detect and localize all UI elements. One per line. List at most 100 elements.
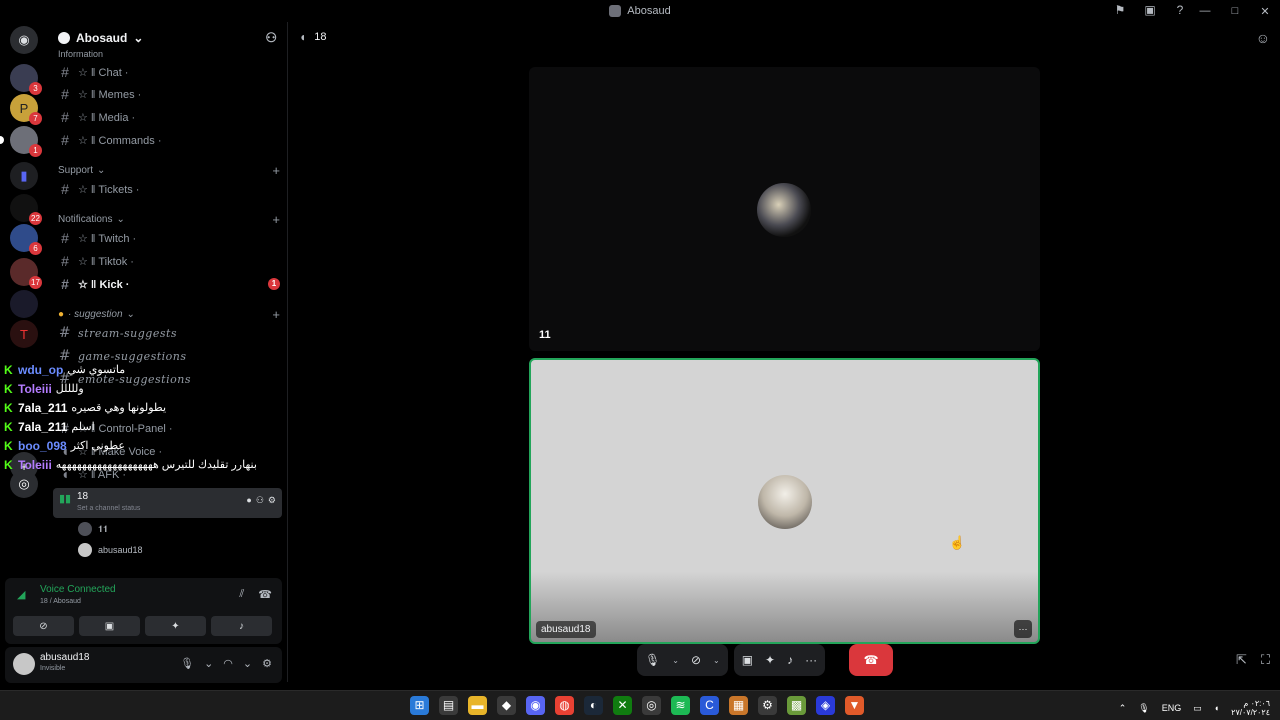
folder-icon[interactable]: ▮ (10, 162, 38, 190)
create-channel-icon[interactable]: + (272, 212, 280, 227)
channel-label: ☆ ‖ Commands · (78, 134, 162, 147)
category-notifications[interactable]: Notifications ⌄ + (58, 211, 280, 227)
chat-bubble-icon[interactable]: ● (246, 495, 251, 506)
gear-icon[interactable]: ⚙ (268, 495, 276, 506)
popout-icon[interactable]: ⇱ (1236, 652, 1247, 668)
voice-member[interactable]: abusaud18 (78, 541, 143, 559)
disconnect-icon[interactable]: ☎ (258, 588, 272, 601)
participant-tile[interactable]: 11 (529, 67, 1040, 351)
server-item-active[interactable]: 1 (0, 126, 42, 157)
settings-icon[interactable]: ⚙ (758, 696, 777, 715)
voice-connected-subtitle[interactable]: 18 / Abosaud (40, 598, 81, 605)
avatar[interactable] (13, 653, 35, 675)
microphone-icon[interactable]: 🎙 (645, 653, 660, 667)
obs-icon[interactable]: ◎ (642, 696, 661, 715)
invite-icon[interactable]: ⚇ (256, 495, 264, 506)
server-item[interactable]: P7 (10, 94, 42, 125)
app-icon[interactable]: ◆ (497, 696, 516, 715)
create-channel-icon[interactable]: + (272, 163, 280, 178)
soundboard-icon[interactable]: ♪ (787, 653, 793, 667)
app-icon[interactable]: ▦ (729, 696, 748, 715)
close-icon[interactable]: ✕ (1250, 5, 1280, 18)
category-support[interactable]: Support ⌄ + (58, 162, 280, 178)
app-icon[interactable]: ▩ (787, 696, 806, 715)
chrome-icon[interactable]: ◍ (555, 696, 574, 715)
voice-channel-status[interactable]: Set a channel status (77, 505, 140, 512)
flag-icon[interactable]: ⚑ (1112, 2, 1128, 18)
noise-suppression-icon[interactable]: ⫽ (239, 588, 244, 601)
xbox-icon[interactable]: ✕ (613, 696, 632, 715)
signal-icon[interactable]: ◢ (17, 588, 25, 601)
discord-icon[interactable]: ◉ (526, 696, 545, 715)
camera-off-button[interactable]: ⊘ (13, 616, 74, 636)
chat-message: بنهارر تقليدك للتيرس ههههههههههههههههههه… (55, 459, 257, 471)
channel-media[interactable]: # ☆ ‖ Media · (58, 107, 280, 127)
app-icon[interactable]: C (700, 696, 719, 715)
server-item[interactable]: 6 (10, 224, 42, 255)
spotify-icon[interactable]: ≋ (671, 696, 690, 715)
channel-tickets[interactable]: # ☆ ‖ Tickets · (58, 179, 280, 199)
activities-button[interactable]: ✦ (145, 616, 206, 636)
microphone-icon[interactable]: 🎙 (180, 657, 194, 670)
more-icon[interactable]: ··· (805, 653, 817, 667)
gear-icon[interactable]: ⚙ (262, 657, 272, 670)
windows-start-icon[interactable]: ⊞ (410, 696, 429, 715)
discover-icon[interactable]: ◎ (10, 470, 38, 498)
soundboard-button[interactable]: ♪ (211, 616, 272, 636)
invite-people-icon[interactable]: ⚇ (265, 30, 277, 46)
display-icon[interactable]: ▭ (1193, 703, 1202, 714)
channel-twitch[interactable]: # ☆ ‖ Twitch · (58, 228, 280, 248)
headphones-icon[interactable]: ◠ (223, 657, 233, 670)
end-call-button[interactable]: ☎ (849, 644, 894, 676)
screen-share-button[interactable]: ▣ (79, 616, 140, 636)
chevron-down-icon[interactable]: ⌄ (243, 657, 252, 670)
channel-label: ☆ ‖ Chat · (78, 66, 129, 79)
activity-icon[interactable]: ☺ (1256, 30, 1270, 46)
user-panel: abusaud18 Invisible 🎙 ⌄ ◠ ⌄ ⚙ (5, 647, 282, 683)
chevron-down-icon[interactable]: ⌄ (713, 656, 720, 665)
fullscreen-icon[interactable]: ⛶ (1261, 652, 1270, 668)
screen-share-icon[interactable]: ▣ (742, 653, 753, 667)
help-icon[interactable]: ? (1172, 2, 1188, 18)
username[interactable]: abusaud18 (40, 652, 90, 663)
discord-home-icon[interactable]: ◉ (10, 26, 38, 54)
voice-member[interactable]: 𝟏𝟏 (78, 520, 108, 538)
microphone-icon[interactable]: 🎙 (1138, 703, 1149, 714)
activities-icon[interactable]: ✦ (765, 653, 775, 667)
channel-stream-suggests[interactable]: # stream-suggests (58, 323, 280, 343)
camera-off-icon[interactable]: ⊘ (691, 653, 701, 667)
channel-commands[interactable]: # ☆ ‖ Commands · (58, 130, 280, 150)
server-item[interactable]: T (10, 320, 38, 348)
brave-icon[interactable]: ▼ (845, 696, 864, 715)
channel-tiktok[interactable]: # ☆ ‖ Tiktok · (58, 251, 280, 271)
server-item[interactable] (10, 290, 38, 318)
chevron-up-icon[interactable]: ⌃ (1119, 703, 1127, 714)
channel-kick[interactable]: # ☆ ‖ Kick · 1 (58, 274, 280, 294)
category-suggestion[interactable]: ● · suggestion ⌄ + (58, 306, 280, 322)
server-item[interactable]: 17 (10, 258, 42, 289)
volume-icon[interactable]: ◖ (1214, 703, 1219, 713)
server-item[interactable]: 3 (10, 64, 42, 95)
chevron-down-icon[interactable]: ⌄ (204, 657, 213, 670)
chevron-down-icon: ⌄ (133, 31, 144, 45)
create-channel-icon[interactable]: + (272, 307, 280, 322)
channel-chat[interactable]: # ☆ ‖ Chat · (58, 62, 280, 82)
file-explorer-icon[interactable]: ▬ (468, 696, 487, 715)
app-icon[interactable]: ◈ (816, 696, 835, 715)
more-options-icon[interactable]: ··· (1014, 620, 1032, 638)
steam-icon[interactable]: ◐ (584, 696, 603, 715)
chat-message: اسلم (71, 421, 95, 433)
minimize-icon[interactable]: — (1190, 5, 1220, 17)
language-indicator[interactable]: ENG (1162, 703, 1182, 713)
maximize-icon[interactable]: □ (1220, 5, 1250, 17)
voice-connected-title[interactable]: Voice Connected (40, 584, 116, 595)
voice-channel-18[interactable]: ▮▮ 18 Set a channel status ● ⚇ ⚙ (53, 488, 282, 518)
chevron-down-icon[interactable]: ⌄ (672, 656, 679, 665)
participant-tile-speaking[interactable]: abusaud18 ··· ☝ (529, 358, 1040, 644)
channel-memes[interactable]: # ☆ ‖ Memes · (58, 84, 280, 104)
server-item[interactable]: 22 (10, 194, 42, 225)
store-icon[interactable]: ▤ (439, 696, 458, 715)
clock[interactable]: ٠٢:٠٦ م ٢٧/٠٧/٢٠٢٤ (1231, 699, 1270, 717)
inbox-icon[interactable]: ▣ (1142, 2, 1158, 18)
category-information[interactable]: Information (58, 46, 280, 62)
